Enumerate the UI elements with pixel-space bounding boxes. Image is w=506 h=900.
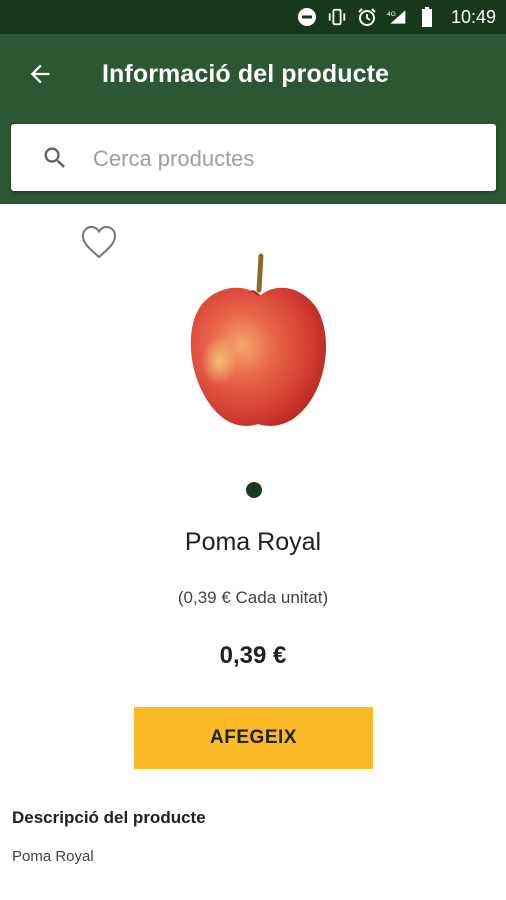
svg-text:4G: 4G <box>387 11 396 18</box>
back-button[interactable] <box>22 58 58 94</box>
status-bar: 4G 10:49 <box>0 0 506 34</box>
status-time: 10:49 <box>450 6 496 27</box>
do-not-disturb-icon <box>297 7 317 27</box>
unit-price: (0,39 € Cada unitat) <box>177 588 329 607</box>
battery-icon <box>417 7 437 27</box>
page-title: Informació del producte <box>102 60 390 88</box>
product-name: Poma Royal <box>184 528 322 556</box>
favorite-button[interactable] <box>80 224 118 260</box>
description-text: Poma Royal <box>12 848 94 865</box>
product-image <box>183 252 333 437</box>
search-icon <box>41 144 69 172</box>
alarm-icon <box>357 7 377 27</box>
product-price: 0,39 € <box>219 642 287 669</box>
search-bar[interactable] <box>11 124 496 191</box>
search-input[interactable] <box>91 138 485 180</box>
heart-outline-icon <box>80 225 118 264</box>
add-to-cart-button[interactable]: AFEGEIX <box>134 707 373 769</box>
4g-signal-icon: 4G <box>387 7 407 27</box>
arrow-left-icon <box>26 60 54 93</box>
vibrate-icon <box>327 7 347 27</box>
description-title: Descripció del producte <box>12 808 206 827</box>
image-pager-dot[interactable] <box>246 482 262 498</box>
app-bar: Informació del producte <box>0 34 506 204</box>
